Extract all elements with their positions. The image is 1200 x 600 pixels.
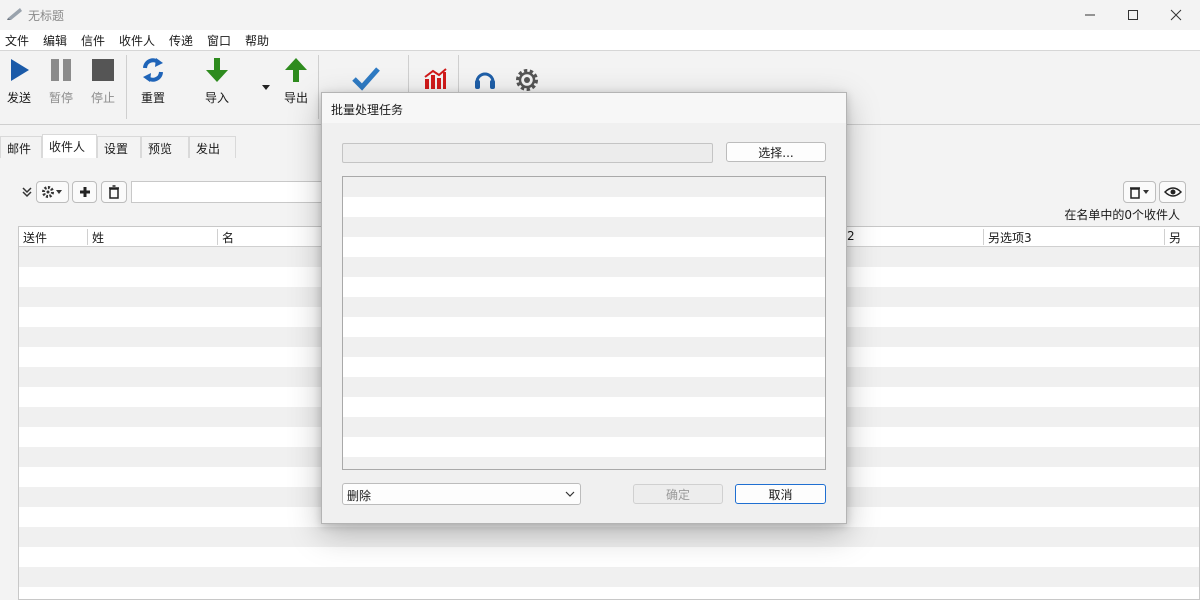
stop-label: 停止 (90, 91, 115, 105)
chart-icon[interactable] (423, 67, 447, 91)
filter-input[interactable] (131, 181, 326, 203)
tab-settings[interactable]: 设置 (97, 136, 141, 158)
tab-outbox[interactable]: 发出 (189, 136, 236, 158)
menu-help[interactable]: 帮助 (245, 32, 269, 49)
import-arrow-icon (206, 58, 228, 82)
app-icon (7, 8, 22, 20)
dialog-title: 批量处理任务 (331, 103, 404, 117)
menu-edit[interactable]: 编辑 (43, 32, 67, 49)
tab-bar: 邮件 收件人 设置 预览 发出 (0, 134, 240, 158)
trash-dropdown-icon (1129, 187, 1149, 199)
pause-icon (51, 59, 71, 81)
reset-label: 重置 (140, 91, 165, 105)
minimize-button[interactable] (1070, 0, 1110, 30)
stop-icon (92, 59, 114, 81)
trash-icon (109, 185, 119, 199)
dialog-title-bar: 批量处理任务 (322, 93, 846, 123)
delete-dropdown-button[interactable] (1123, 181, 1156, 203)
task-list[interactable] (342, 176, 826, 470)
menu-delivery[interactable]: 传递 (169, 32, 193, 49)
list-item (343, 377, 825, 397)
gear-dropdown-button[interactable] (36, 181, 69, 203)
menu-file[interactable]: 文件 (5, 32, 29, 49)
tab-recipients[interactable]: 收件人 (42, 134, 97, 158)
pause-label: 暂停 (48, 91, 73, 105)
maximize-button[interactable] (1113, 0, 1153, 30)
list-item (343, 177, 825, 197)
plus-icon (79, 187, 90, 197)
menu-window[interactable]: 窗口 (207, 32, 231, 49)
table-row (19, 567, 1199, 587)
cancel-button[interactable]: 取消 (735, 484, 826, 504)
check-icon[interactable] (352, 65, 380, 91)
title-bar: 无标题 (0, 0, 1200, 30)
table-row (19, 527, 1199, 547)
column-header[interactable]: 姓 (87, 229, 104, 245)
play-icon (11, 59, 29, 81)
import-label: 导入 (204, 91, 229, 105)
import-button[interactable]: 导入 (204, 55, 230, 106)
window-title: 无标题 (28, 9, 65, 23)
export-button[interactable]: 导出 (283, 55, 309, 106)
list-item (343, 417, 825, 437)
toolbar-separator (126, 55, 127, 119)
reset-button[interactable]: 重置 (140, 55, 166, 106)
column-header[interactable]: 另 (1164, 229, 1181, 245)
action-select-value: 删除 (347, 489, 372, 503)
chevron-down-icon (565, 491, 575, 497)
tab-preview[interactable]: 预览 (141, 136, 189, 158)
small-gear-icon (41, 186, 62, 198)
gear-icon[interactable] (513, 66, 541, 94)
list-item (343, 337, 825, 357)
file-path-field[interactable] (342, 143, 713, 163)
maximize-icon (1128, 10, 1138, 20)
preview-button[interactable] (1159, 181, 1186, 203)
choose-button[interactable]: 选择... (726, 142, 826, 162)
dropdown-caret-icon[interactable] (261, 83, 271, 91)
close-icon (1170, 9, 1182, 21)
recipient-count: 在名单中的0个收件人 (1064, 208, 1180, 222)
close-button[interactable] (1156, 0, 1196, 30)
delete-recipient-button[interactable] (101, 181, 127, 203)
list-item (343, 217, 825, 237)
column-header[interactable]: 送件 (19, 229, 47, 245)
export-arrow-icon (285, 58, 307, 82)
export-label: 导出 (283, 91, 308, 105)
headset-icon[interactable] (473, 66, 497, 92)
batch-task-dialog: 批量处理任务 选择... 删除 确定 取消 (321, 92, 847, 524)
minimize-icon (1085, 14, 1095, 16)
list-item (343, 457, 825, 469)
ok-button[interactable]: 确定 (633, 484, 723, 504)
add-recipient-button[interactable] (72, 181, 97, 203)
send-button[interactable]: 发送 (6, 55, 32, 106)
list-item (343, 297, 825, 317)
refresh-icon (143, 58, 163, 82)
tab-mail[interactable]: 邮件 (0, 136, 42, 158)
menu-recipients[interactable]: 收件人 (119, 32, 155, 49)
collapse-chevron-icon[interactable] (21, 186, 33, 198)
send-label: 发送 (6, 91, 31, 105)
stop-button[interactable]: 停止 (90, 55, 116, 106)
list-item (343, 257, 825, 277)
pause-button[interactable]: 暂停 (48, 55, 74, 106)
column-header[interactable]: 名 (217, 229, 234, 245)
column-header[interactable]: 另选项3 (983, 229, 1032, 245)
eye-icon (1163, 187, 1182, 197)
action-select[interactable]: 删除 (342, 483, 581, 505)
toolbar-separator (318, 55, 319, 119)
menu-letter[interactable]: 信件 (81, 32, 105, 49)
menu-bar: 文件 编辑 信件 收件人 传递 窗口 帮助 (0, 30, 1200, 50)
